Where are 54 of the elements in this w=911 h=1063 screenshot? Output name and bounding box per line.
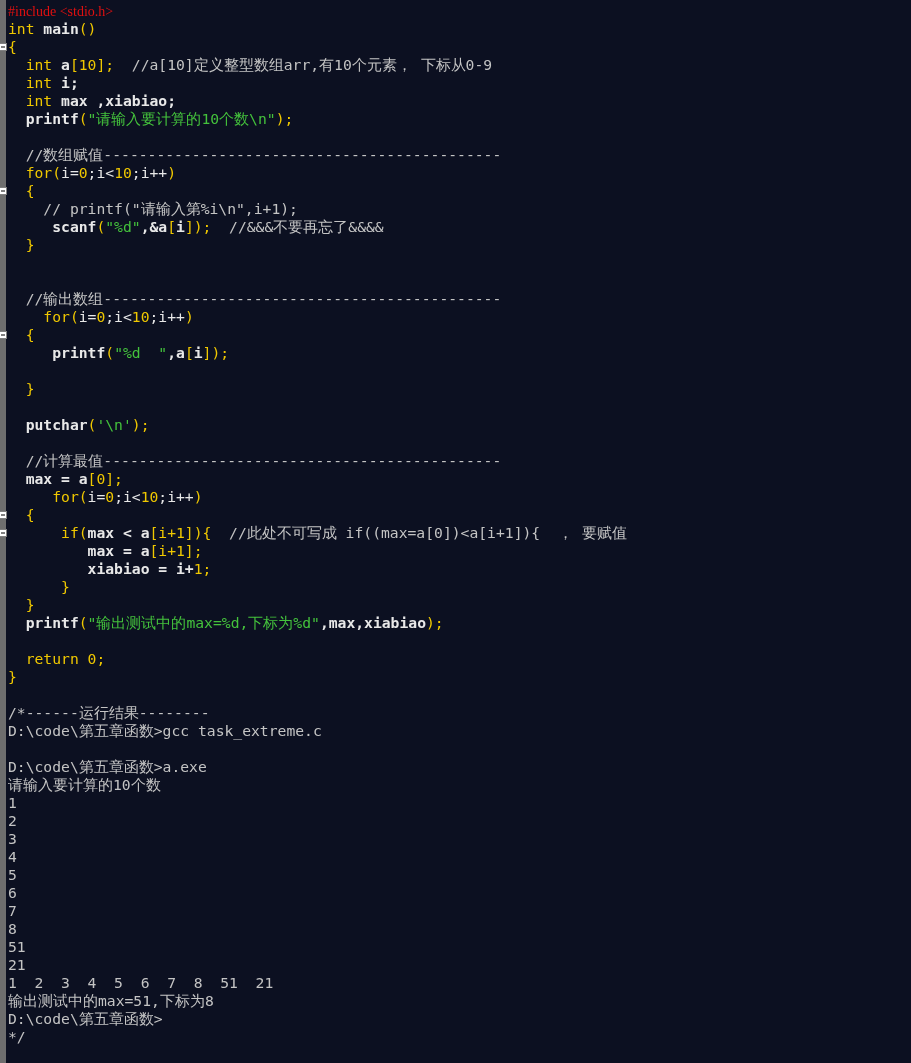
code-line: { bbox=[8, 38, 17, 56]
code-line: for(i=0;i<10;i++) bbox=[42, 308, 194, 326]
code-line: } bbox=[24, 380, 35, 398]
code-line: printf("输出测试中的max=%d,下标为%d",max,xiabiao); bbox=[24, 614, 444, 632]
code-line: /*------运行结果-------- bbox=[8, 704, 210, 722]
code-line: { bbox=[24, 182, 35, 200]
code-line: 6 bbox=[8, 884, 17, 902]
code-line: max = a[i+1]; bbox=[86, 542, 203, 560]
code-line: 21 bbox=[8, 956, 26, 974]
code-line: //数组赋值--------------------------------------------- bbox=[24, 146, 502, 164]
code-line: return 0; bbox=[24, 650, 106, 668]
code-line: scanf("%d",&a[i]); //&&&不要再忘了&&&& bbox=[51, 218, 384, 236]
code-line: 1 bbox=[8, 794, 17, 812]
code-line: D:\code\第五章函数>a.exe bbox=[8, 758, 207, 776]
fold-minus-icon[interactable] bbox=[0, 331, 7, 339]
fold-minus-icon[interactable] bbox=[0, 511, 7, 519]
code-line: D:\code\第五章函数> bbox=[8, 1010, 163, 1028]
code-line: #include <stdio.h> bbox=[8, 2, 114, 21]
code-line: printf("%d ",a[i]); bbox=[51, 344, 230, 362]
code-line: D:\code\第五章函数>gcc task_extreme.c bbox=[8, 722, 322, 740]
code-line: // printf("请输入第%i\n",i+1); bbox=[42, 200, 298, 218]
code-line: } bbox=[24, 596, 35, 614]
code-line: 2 bbox=[8, 812, 17, 830]
code-line: int a[10]; //a[10]定义整型数组arr,有10个元素， 下标从0-9 bbox=[24, 56, 493, 74]
code-line: for(i=0;i<10;i++) bbox=[51, 488, 203, 506]
code-line: //输出数组--------------------------------------------- bbox=[24, 290, 502, 308]
code-line: 1 2 3 4 5 6 7 8 51 21 bbox=[8, 974, 274, 992]
code-line: int max ,xiabiao; bbox=[24, 92, 176, 110]
code-line: if(max < a[i+1]){ //此处不可写成 if((max=a[0])<a[i+1]){ ， 要赋值 bbox=[60, 524, 627, 542]
code-line: 输出测试中的max=51,下标为8 bbox=[8, 992, 214, 1010]
code-line: */ bbox=[8, 1028, 26, 1046]
code-line: printf("请输入要计算的10个数\n"); bbox=[24, 110, 294, 128]
code-line: int i; bbox=[24, 74, 79, 92]
code-line: 4 bbox=[8, 848, 17, 866]
code-line: 51 bbox=[8, 938, 26, 956]
code-line: int main() bbox=[8, 20, 97, 38]
fold-minus-icon[interactable] bbox=[0, 529, 7, 537]
code-line: //计算最值--------------------------------------------- bbox=[24, 452, 502, 470]
code-line: { bbox=[24, 506, 35, 524]
code-line: } bbox=[60, 578, 70, 596]
code-line: max = a[0]; bbox=[24, 470, 123, 488]
code-line: 7 bbox=[8, 902, 17, 920]
code-line: xiabiao = i+1; bbox=[86, 560, 212, 578]
code-line: 8 bbox=[8, 920, 17, 938]
fold-minus-icon[interactable] bbox=[0, 43, 7, 51]
code-line: 5 bbox=[8, 866, 17, 884]
fold-minus-icon[interactable] bbox=[0, 187, 7, 195]
code-line: 请输入要计算的10个数 bbox=[8, 776, 161, 794]
code-line: { bbox=[24, 326, 35, 344]
code-line: 3 bbox=[8, 830, 17, 848]
code-line: putchar('\n'); bbox=[24, 416, 150, 434]
code-line: for(i=0;i<10;i++) bbox=[24, 164, 177, 182]
code-line: } bbox=[8, 668, 17, 686]
code-line: } bbox=[24, 236, 35, 254]
